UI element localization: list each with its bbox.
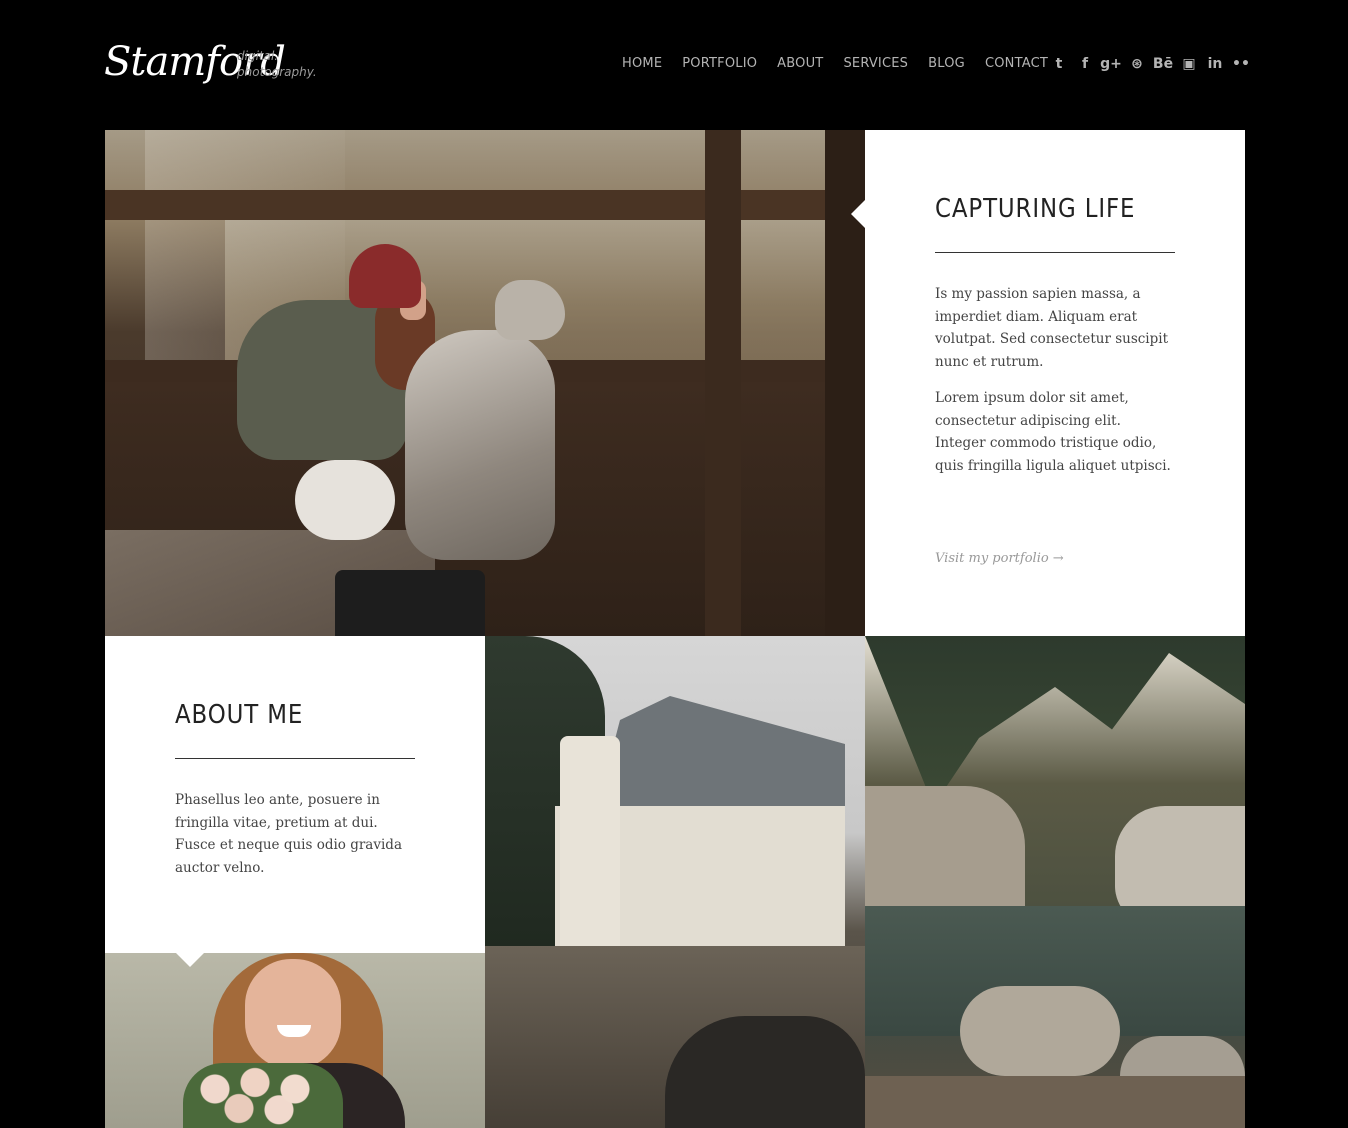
castle-photo[interactable] [485, 636, 865, 1128]
photo-dog-head [495, 280, 565, 340]
panel-pointer [851, 200, 865, 228]
flickr-icon[interactable]: •• [1228, 54, 1254, 74]
about-me-paragraph: Phasellus leo ante, posuere in fringilla… [175, 792, 402, 876]
castle-rock [665, 1016, 865, 1128]
photo-beam [105, 190, 865, 220]
visit-portfolio-link[interactable]: Visit my portfolio → [935, 551, 1064, 566]
river-boulder [960, 986, 1120, 1076]
photo-chair [335, 570, 485, 636]
river-trees [865, 636, 1245, 806]
portrait-flowers [183, 1063, 343, 1128]
portrait-face [245, 959, 341, 1069]
photo-dog [405, 330, 555, 560]
panel-pointer [176, 953, 204, 967]
behance-icon[interactable]: Bē [1150, 54, 1176, 74]
nav-blog[interactable]: BLOG [918, 54, 975, 74]
photo-dog-tail [295, 460, 395, 540]
nav-about[interactable]: ABOUT [767, 54, 833, 74]
google-plus-icon[interactable]: g+ [1098, 54, 1124, 74]
tagline-line-1: digital. [237, 49, 279, 63]
featured-photo-girl-with-dog[interactable] [105, 130, 865, 636]
title-divider [175, 758, 415, 759]
facebook-icon[interactable]: f [1072, 54, 1098, 74]
nav-home[interactable]: HOME [612, 54, 672, 74]
capturing-life-title: CAPTURING LIFE [935, 194, 1136, 224]
river-photo[interactable] [865, 636, 1245, 1128]
tagline-line-2: photography. [237, 65, 317, 79]
dribbble-icon[interactable]: ⊛ [1124, 54, 1150, 74]
portrait-photo[interactable] [105, 953, 485, 1128]
title-divider [935, 252, 1175, 253]
site-tagline: digital. photography. [237, 48, 317, 80]
photo-post [705, 130, 741, 636]
nav-portfolio[interactable]: PORTFOLIO [672, 54, 767, 74]
nav-services[interactable]: SERVICES [833, 54, 918, 74]
photo-red-hat [349, 244, 421, 308]
twitter-icon[interactable]: t [1046, 54, 1072, 74]
youtube-icon[interactable]: ▣ [1176, 54, 1202, 74]
linkedin-icon[interactable]: in [1202, 54, 1228, 74]
about-me-title: ABOUT ME [175, 700, 304, 730]
castle-tower [560, 736, 620, 946]
social-links: t f g+ ⊛ Bē ▣ in •• [1046, 54, 1254, 74]
river-pebbles [865, 1076, 1245, 1128]
about-me-panel: ABOUT ME Phasellus leo ante, posuere in … [105, 636, 485, 953]
capturing-life-paragraph-1: Is my passion sapien massa, a imperdiet … [935, 286, 1169, 370]
castle-roof [595, 696, 845, 816]
capturing-life-panel: CAPTURING LIFE Is my passion sapien mass… [865, 130, 1245, 636]
capturing-life-paragraph-2: Lorem ipsum dolor sit amet, consectetur … [935, 390, 1171, 474]
main-nav: HOME PORTFOLIO ABOUT SERVICES BLOG CONTA… [612, 54, 1058, 74]
